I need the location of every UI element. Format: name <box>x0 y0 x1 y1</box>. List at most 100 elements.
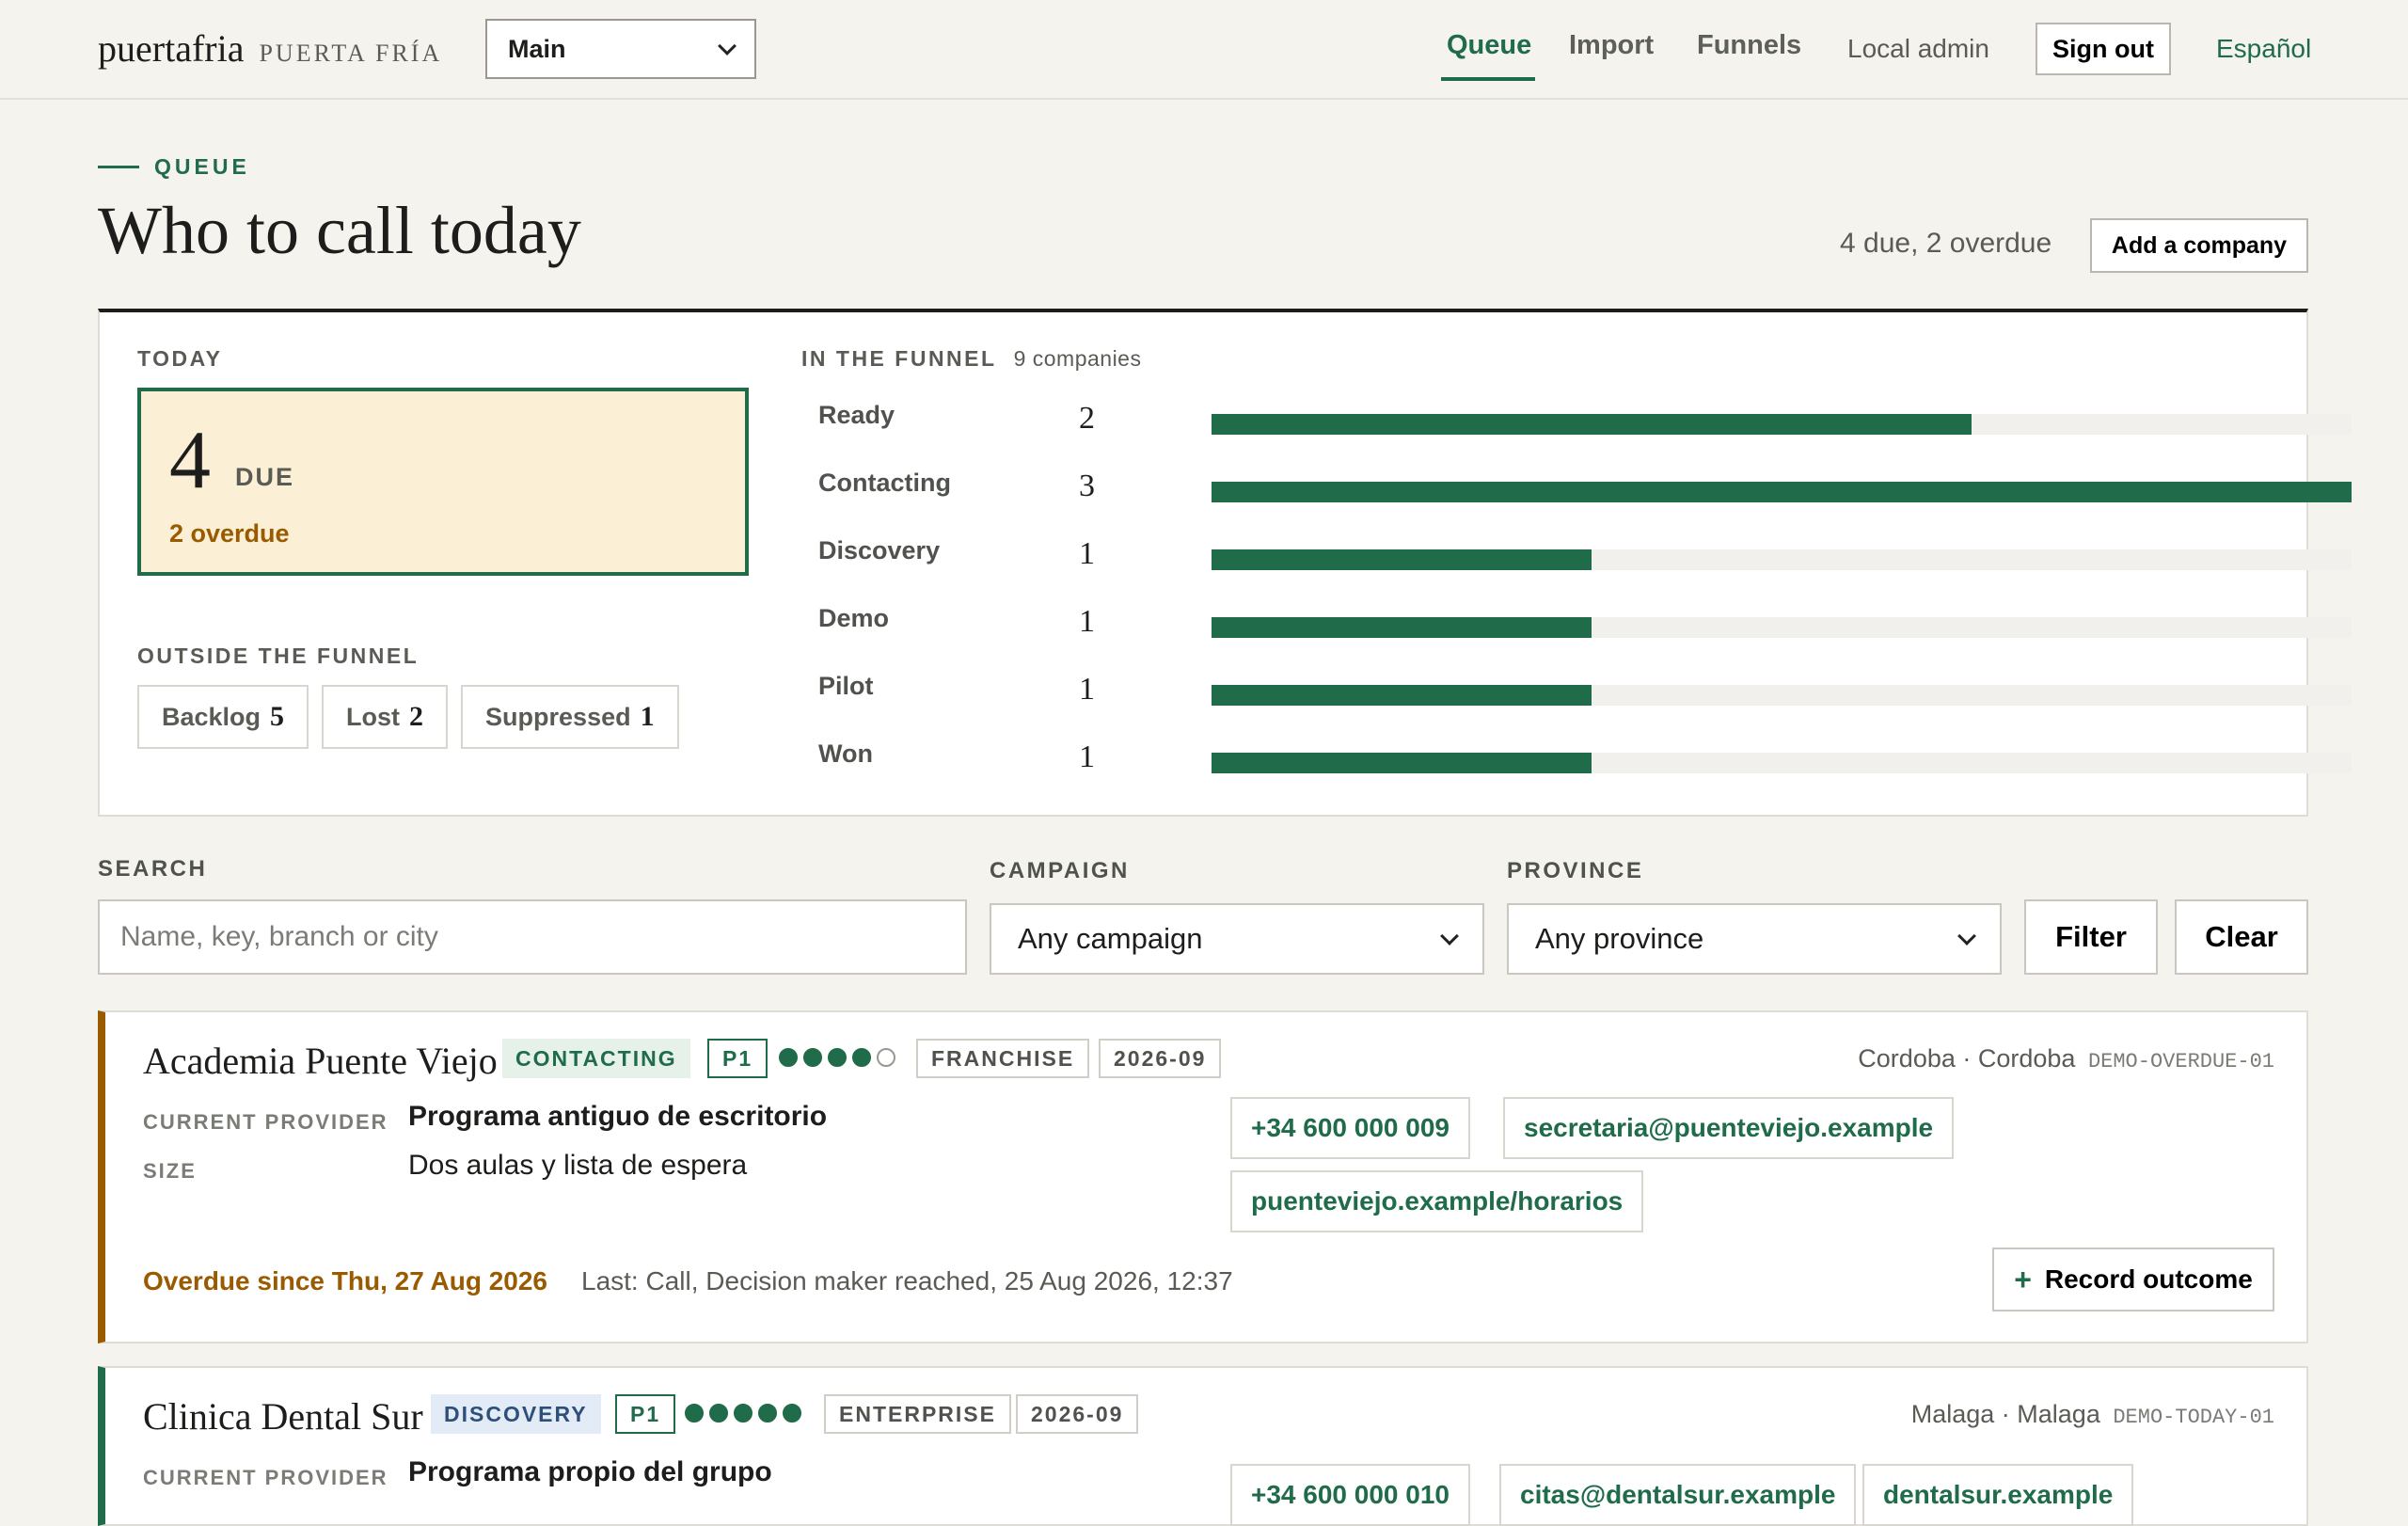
stage-bar-track <box>1212 549 2352 570</box>
rating-dot-filled <box>828 1048 847 1067</box>
fit-rating <box>685 1404 801 1423</box>
today-due-card[interactable]: 4 DUE 2 overdue <box>137 388 749 576</box>
size-label: SIZE <box>143 1159 197 1183</box>
chip-label: Backlog <box>162 702 261 731</box>
province-selected-value: Any province <box>1535 922 1704 955</box>
language-switch[interactable]: Español <box>2216 34 2311 64</box>
funnel-row-discovery[interactable]: Discovery 1 <box>818 531 2352 598</box>
stage-name: Discovery <box>818 536 941 564</box>
due-summary: 4 due, 2 overdue <box>1840 228 2052 259</box>
province-select[interactable]: Any province <box>1507 903 2002 975</box>
stage-bar <box>1212 753 1592 773</box>
due-label: DUE <box>235 463 295 491</box>
nav-import[interactable]: Import <box>1569 30 1654 61</box>
funnel-row-pilot[interactable]: Pilot 1 <box>818 666 2352 734</box>
today-label: TODAY <box>137 346 223 371</box>
clear-button[interactable]: Clear <box>2175 899 2308 975</box>
brand[interactable]: puertafria PUERTA FRÍA <box>98 26 442 71</box>
phone-link[interactable]: +34 600 000 009 <box>1230 1097 1470 1159</box>
stage-name: Contacting <box>818 469 951 497</box>
stage-count: 1 <box>1079 739 1095 774</box>
filter-button[interactable]: Filter <box>2024 899 2158 975</box>
plus-icon: + <box>2014 1262 2032 1296</box>
stage-bar-track <box>1212 482 2352 502</box>
chip-backlog[interactable]: Backlog 5 <box>137 685 309 749</box>
eyebrow-rule <box>98 166 139 168</box>
website-link[interactable]: puenteviejo.example/horarios <box>1230 1170 1644 1232</box>
brand-subtitle: PUERTA FRÍA <box>259 40 443 67</box>
stage-bar <box>1212 482 2352 502</box>
record-outcome-label: Record outcome <box>2044 1264 2253 1294</box>
chip-label: Lost <box>346 702 401 731</box>
funnel-stage-list: Ready 2 Contacting 3 Discovery 1 Demo 1 … <box>818 395 2352 802</box>
rating-dot-filled <box>685 1404 704 1423</box>
provider-value: Programa propio del grupo <box>408 1456 772 1487</box>
overdue-count: 2 overdue <box>169 519 290 548</box>
rating-dot-filled <box>758 1404 777 1423</box>
location-text: Malaga · Malaga <box>1910 1400 2100 1428</box>
company-card[interactable]: Academia Puente Viejo CONTACTING P1 FRAN… <box>98 1010 2308 1343</box>
chip-label: Suppressed <box>485 702 631 731</box>
stage-bar <box>1212 617 1592 638</box>
search-input[interactable] <box>98 899 967 975</box>
chevron-down-icon <box>1440 927 1459 946</box>
segment-badge: FRANCHISE <box>916 1039 1090 1078</box>
funnel-row-contacting[interactable]: Contacting 3 <box>818 463 2352 531</box>
stage-name: Ready <box>818 401 895 429</box>
chevron-down-icon <box>718 37 737 56</box>
stage-bar <box>1212 685 1592 706</box>
workspace-select[interactable]: Main <box>485 19 756 79</box>
nav-funnels[interactable]: Funnels <box>1697 30 1801 61</box>
stats-panel: TODAY 4 DUE 2 overdue OUTSIDE THE FUNNEL… <box>98 309 2352 817</box>
chip-count: 5 <box>270 701 285 732</box>
phone-link[interactable]: +34 600 000 010 <box>1230 1464 1470 1526</box>
rating-dot-filled <box>709 1404 728 1423</box>
stage-count: 3 <box>1079 469 1095 503</box>
campaign-selected-value: Any campaign <box>1018 922 1203 955</box>
email-link[interactable]: secretaria@puenteviejo.example <box>1503 1097 1955 1159</box>
company-key: DEMO-OVERDUE-01 <box>2087 1050 2274 1073</box>
chip-lost[interactable]: Lost 2 <box>322 685 449 749</box>
record-outcome-button[interactable]: + Record outcome <box>1992 1248 2274 1311</box>
brand-name: puertafria <box>98 27 245 70</box>
outside-funnel-chips: Backlog 5 Lost 2 Suppressed 1 <box>137 685 679 749</box>
website-link[interactable]: dentalsur.example <box>1862 1464 2134 1526</box>
funnel-row-ready[interactable]: Ready 2 <box>818 395 2352 463</box>
cohort-badge: 2026-09 <box>1099 1039 1222 1078</box>
company-name[interactable]: Academia Puente Viejo <box>143 1039 498 1083</box>
sign-out-button[interactable]: Sign out <box>2036 23 2171 75</box>
chip-count: 2 <box>409 701 424 732</box>
stage-badge: CONTACTING <box>502 1039 690 1078</box>
due-count: 4 <box>169 415 211 506</box>
chip-suppressed[interactable]: Suppressed 1 <box>461 685 679 749</box>
campaign-select[interactable]: Any campaign <box>990 903 1484 975</box>
stage-badge: DISCOVERY <box>431 1394 601 1434</box>
nav-queue[interactable]: Queue <box>1447 30 1531 61</box>
rating-dot-filled <box>783 1404 801 1423</box>
stage-bar <box>1212 549 1592 570</box>
company-location: Malaga · Malaga DEMO-TODAY-01 <box>1911 1400 2274 1429</box>
company-key: DEMO-TODAY-01 <box>2113 1406 2274 1429</box>
funnel-row-demo[interactable]: Demo 1 <box>818 598 2352 666</box>
rating-dot-filled <box>779 1048 798 1067</box>
company-name[interactable]: Clinica Dental Sur <box>143 1394 423 1439</box>
overdue-note: Overdue since Thu, 27 Aug 2026 <box>143 1266 548 1296</box>
company-card[interactable]: Clinica Dental Sur DISCOVERY P1 ENTERPRI… <box>98 1366 2308 1526</box>
priority-badge: P1 <box>707 1039 768 1078</box>
stage-count: 1 <box>1079 536 1095 571</box>
add-company-button[interactable]: Add a company <box>2090 218 2308 273</box>
top-bar: puertafria PUERTA FRÍA Main Queue Import… <box>0 0 2408 100</box>
funnel-company-count: 9 companies <box>1013 346 1142 371</box>
stage-count: 1 <box>1079 672 1095 707</box>
email-link[interactable]: citas@dentalsur.example <box>1499 1464 1857 1526</box>
provider-value: Programa antiguo de escritorio <box>408 1101 828 1132</box>
stage-bar-track <box>1212 617 2352 638</box>
funnel-row-won[interactable]: Won 1 <box>818 734 2352 802</box>
stage-count: 1 <box>1079 604 1095 639</box>
stage-bar-track <box>1212 414 2352 435</box>
chevron-down-icon <box>1957 927 1976 946</box>
stage-bar-track <box>1212 753 2352 773</box>
provider-label: CURRENT PROVIDER <box>143 1466 388 1489</box>
stage-count: 2 <box>1079 401 1095 436</box>
rating-dot-filled <box>803 1048 822 1067</box>
